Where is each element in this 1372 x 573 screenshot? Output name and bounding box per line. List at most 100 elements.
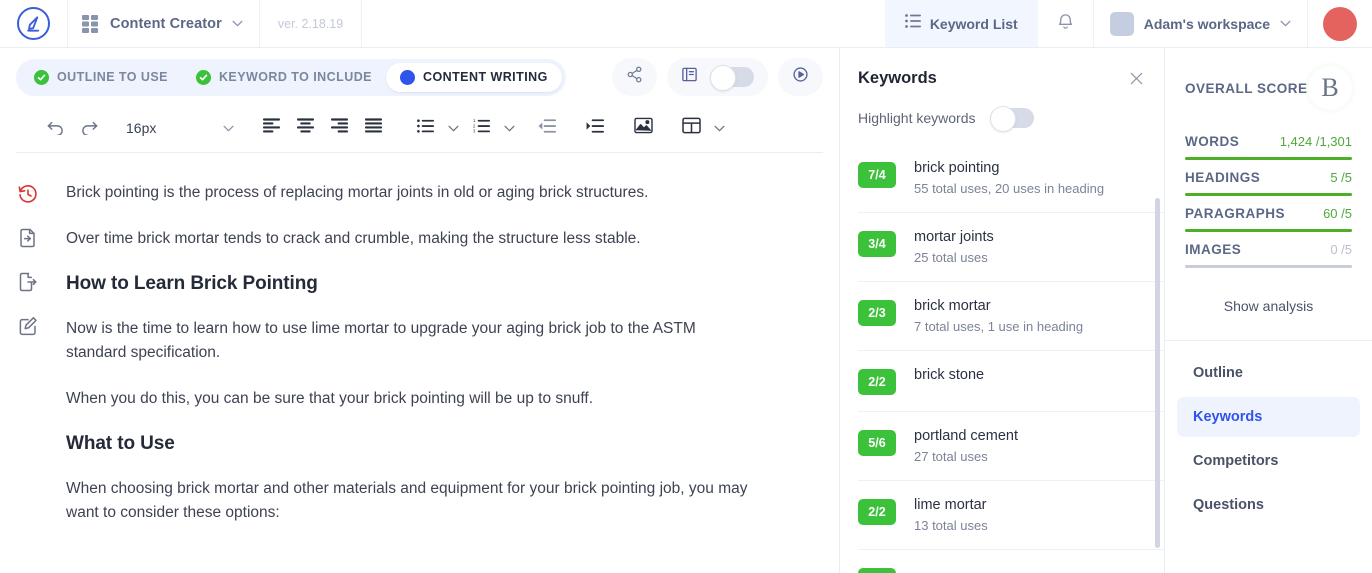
highlight-keywords-switch[interactable] [989,106,1034,132]
export-document-icon[interactable] [17,271,39,293]
nav-item-keywords[interactable]: Keywords [1177,397,1360,437]
reading-mode-toggle[interactable] [667,58,768,96]
align-justify-button[interactable] [356,112,390,144]
list-item[interactable]: 7/4 brick pointing 55 total uses, 20 use… [858,144,1164,213]
nav-item-outline[interactable]: Outline [1177,353,1360,393]
keyword-name: brick mortar [914,298,991,314]
stage-content-writing[interactable]: CONTENT WRITING [385,62,562,92]
keyword-name: brick stone [914,367,985,383]
user-menu[interactable] [1308,0,1372,47]
metric-label: IMAGES [1185,242,1242,257]
metric-row: WORDS 1,424 /1,301 [1185,124,1352,157]
share-button[interactable] [612,58,657,96]
keyword-texts: brick mortar 7 total uses, 1 use in head… [914,298,1083,334]
paragraph: When you do this, you can be sure that y… [66,390,594,408]
keywords-panel-title: Keywords [858,68,937,87]
pen-circle-logo-icon [17,7,50,40]
list-item[interactable]: 3/4 mortar joints 25 total uses [858,213,1164,282]
app-switcher[interactable]: Content Creator [68,0,260,47]
highlight-keywords-row: Highlight keywords [840,88,1164,144]
keyword-usage: 25 total uses [914,250,988,265]
dot-icon [399,69,415,85]
undo-button[interactable] [38,112,72,144]
indent-button[interactable] [578,112,612,144]
notifications-button[interactable] [1038,0,1094,47]
list-item[interactable] [858,550,1164,573]
keyword-usage: 27 total uses [914,449,988,464]
list-item[interactable]: 5/6 portland cement 27 total uses [858,412,1164,481]
close-icon[interactable] [1126,68,1146,88]
keyword-score-badge: 5/6 [858,430,896,456]
stage-outline-to-use[interactable]: OUTLINE TO USE [20,63,182,92]
reading-mode-switch[interactable] [710,65,754,91]
keyword-score-badge: 3/4 [858,231,896,257]
tab-keyword-list-label: Keyword List [929,15,1018,32]
document-content[interactable]: Brick pointing is the process of replaci… [56,153,839,573]
bullet-list-button[interactable] [408,112,442,144]
outdent-button[interactable] [530,112,564,144]
metric-images: IMAGES 0 /5 [1165,232,1372,268]
align-justify-icon [364,118,382,138]
table-icon [681,117,701,139]
svg-text:3: 3 [473,128,476,132]
redo-button[interactable] [72,112,106,144]
insert-table-button[interactable] [674,112,708,144]
numbered-list-button[interactable]: 1 2 3 [464,112,498,144]
keyword-score-badge: 2/2 [858,499,896,525]
keywords-scrollbar[interactable] [1155,198,1160,548]
align-center-button[interactable] [288,112,322,144]
outdent-icon [538,118,556,138]
keyword-texts: brick stone [914,367,984,383]
stage-row: OUTLINE TO USE KEYWORD TO INCLUDE CONTEN… [0,48,839,102]
editor-column: OUTLINE TO USE KEYWORD TO INCLUDE CONTEN… [0,48,840,573]
table-options-button[interactable] [708,112,730,144]
play-button[interactable] [778,58,823,96]
stage-keyword-to-include[interactable]: KEYWORD TO INCLUDE [182,63,386,92]
nav-item-competitors[interactable]: Competitors [1177,441,1360,481]
chevron-down-icon [223,125,234,132]
grade-letter: B [1308,66,1352,110]
book-icon [681,66,698,88]
numbered-list-options-button[interactable] [498,112,520,144]
document-area: Brick pointing is the process of replaci… [0,153,839,573]
heading: What to Use [66,433,175,455]
import-document-icon[interactable] [17,227,39,249]
list-icon [904,14,921,33]
bullet-list-options-button[interactable] [442,112,464,144]
keyword-name: lime mortar [914,497,987,513]
list-item[interactable]: 2/2 brick stone [858,351,1164,412]
stage-stepper: OUTLINE TO USE KEYWORD TO INCLUDE CONTEN… [16,58,566,96]
history-icon[interactable] [17,183,39,205]
stage-label: CONTENT WRITING [422,70,548,84]
edit-document-icon[interactable] [17,315,39,337]
metric-headings: HEADINGS 5 /5 [1165,160,1372,196]
overall-score-label: OVERALL SCORE [1185,80,1308,96]
insert-image-button[interactable] [626,112,660,144]
keywords-panel: Keywords Highlight keywords 7/4 brick po… [840,48,1165,573]
app-logo[interactable] [0,0,68,47]
workspace-switcher[interactable]: Adam's workspace [1094,0,1308,47]
align-right-icon [330,118,348,138]
paragraph: Over time brick mortar tends to crack an… [66,230,641,248]
keyword-name: mortar joints [914,229,994,245]
keywords-list[interactable]: 7/4 brick pointing 55 total uses, 20 use… [840,144,1164,573]
stage-label: OUTLINE TO USE [57,70,168,84]
highlight-keywords-label: Highlight keywords [858,110,976,126]
keyword-usage: 13 total uses [914,518,988,533]
align-left-button[interactable] [254,112,288,144]
align-right-button[interactable] [322,112,356,144]
chevron-down-icon [448,125,459,132]
list-item[interactable]: 2/3 brick mortar 7 total uses, 1 use in … [858,282,1164,351]
keywords-panel-header: Keywords [840,48,1164,88]
nav-item-questions[interactable]: Questions [1177,485,1360,525]
score-panel: OVERALL SCORE B WORDS 1,424 /1,301 HEADI… [1165,48,1372,573]
keyword-score-badge: 2/3 [858,300,896,326]
tab-keyword-list[interactable]: Keyword List [884,0,1038,47]
list-item[interactable]: 2/2 lime mortar 13 total uses [858,481,1164,550]
show-analysis-button[interactable]: Show analysis [1165,268,1372,340]
align-left-icon [262,118,280,138]
font-size-select[interactable]: 16px [120,120,240,136]
metric-words: WORDS 1,424 /1,301 [1165,124,1372,160]
stage-label: KEYWORD TO INCLUDE [218,70,372,84]
format-toolbar: 16px 1 2 3 [16,106,823,153]
